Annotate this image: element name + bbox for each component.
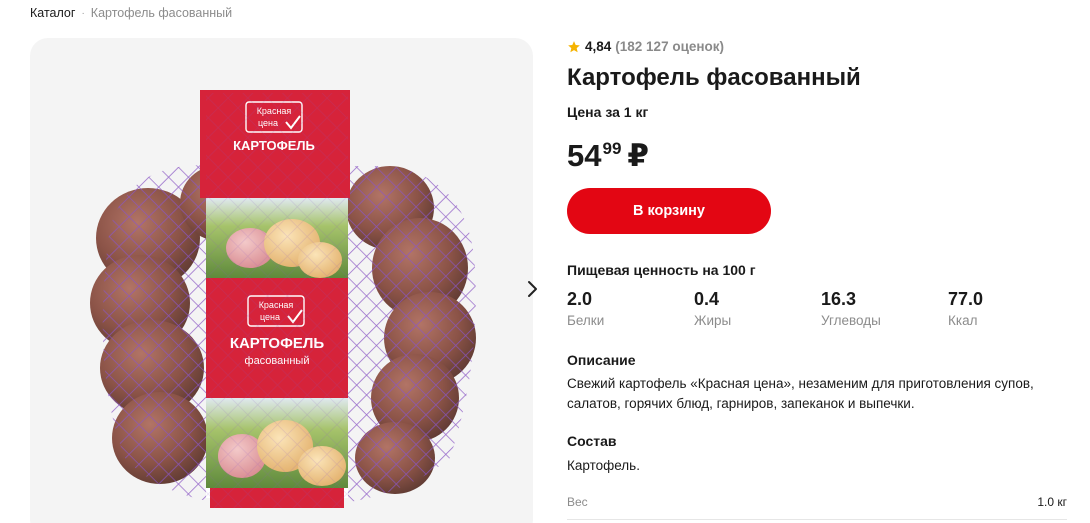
star-icon xyxy=(568,40,580,52)
nutrition-label: Ккал xyxy=(948,313,978,328)
product-info: 4,84 (182 127 оценок) Картофель фасованн… xyxy=(567,0,1077,523)
nutrition-value: 0.4 xyxy=(694,289,720,309)
nutrition-value: 16.3 xyxy=(821,289,857,309)
breadcrumb: Каталог · Картофель фасованный xyxy=(30,6,232,20)
nutrition-value: 2.0 xyxy=(567,289,593,309)
chevron-right-icon xyxy=(528,281,537,297)
composition-text: Картофель. xyxy=(567,458,640,473)
breadcrumb-catalog-link[interactable]: Каталог xyxy=(30,6,75,20)
spec-label: Вес xyxy=(567,495,588,509)
spec-row-weight: Вес 1.0 кг xyxy=(567,495,1067,515)
breadcrumb-separator: · xyxy=(81,7,85,19)
nutrition-item-fat: 0.4 Жиры xyxy=(694,288,731,328)
nutrition-item-protein: 2.0 Белки xyxy=(567,288,604,328)
product-image: Красная цена КАРТОФЕЛЬ Красная цена КАРТ… xyxy=(90,90,476,508)
add-to-cart-button[interactable]: В корзину xyxy=(567,188,771,234)
rating[interactable]: 4,84 (182 127 оценок) xyxy=(567,39,724,54)
nutrition-label: Жиры xyxy=(694,313,732,328)
product-image-gallery[interactable]: Красная цена КАРТОФЕЛЬ Красная цена КАРТ… xyxy=(30,38,533,523)
divider xyxy=(567,519,1067,520)
price: 54 99 ₽ xyxy=(567,138,649,174)
breadcrumb-current: Картофель фасованный xyxy=(90,6,233,20)
nutrition-value: 77.0 xyxy=(948,289,984,309)
gallery-next-button[interactable] xyxy=(517,271,549,307)
nutrition-item-kcal: 77.0 Ккал xyxy=(948,288,983,328)
description-title: Описание xyxy=(567,352,636,368)
nutrition-title: Пищевая ценность на 100 г xyxy=(567,262,756,278)
nutrition-label: Белки xyxy=(567,313,605,328)
spec-value: 1.0 кг xyxy=(1037,495,1067,509)
price-unit-label: Цена за 1 кг xyxy=(567,104,649,120)
rating-count: (182 127 оценок) xyxy=(615,39,725,54)
product-title: Картофель фасованный xyxy=(567,64,861,91)
description-text: Свежий картофель «Красная цена», незамен… xyxy=(567,376,1034,411)
price-integer: 54 xyxy=(567,138,602,173)
price-fraction: 99 xyxy=(602,139,622,158)
nutrition-item-carbs: 16.3 Углеводы xyxy=(821,288,881,328)
nutrition-label: Углеводы xyxy=(821,313,881,328)
nutrition-facts: 2.0 Белки 0.4 Жиры 16.3 Углеводы 77.0 Кк… xyxy=(567,288,1077,332)
composition-title: Состав xyxy=(567,433,617,449)
price-currency: ₽ xyxy=(627,138,649,173)
rating-value: 4,84 xyxy=(585,39,612,54)
